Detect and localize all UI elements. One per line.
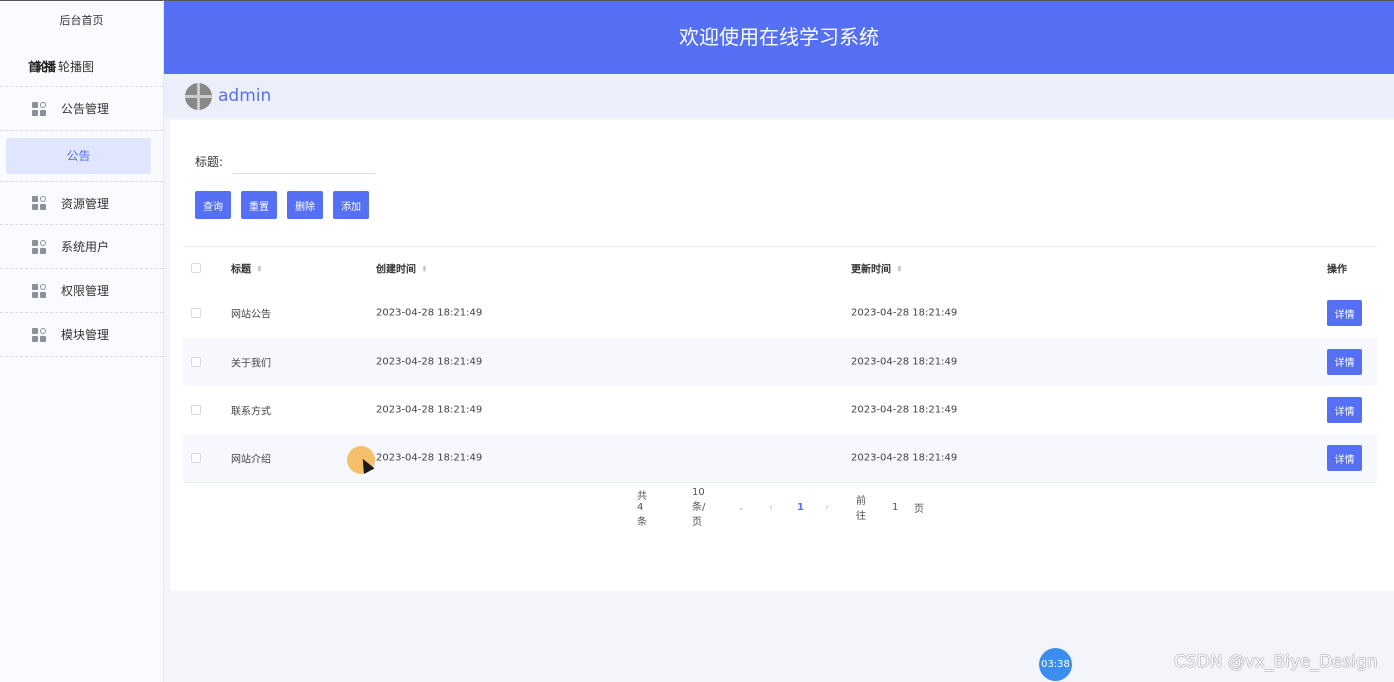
sidebar-item-permission-management[interactable]: 权限管理 <box>0 269 163 313</box>
reset-button[interactable]: 重置 <box>241 191 277 219</box>
row-title: 联系方式 <box>231 406 271 418</box>
row-action: 详情 <box>1327 445 1362 472</box>
page-title: 欢迎使用在线学习系统 <box>679 25 879 49</box>
title-search-input[interactable] <box>233 148 376 174</box>
row-created: 2023-04-28 18:21:49 <box>376 452 483 464</box>
detail-button[interactable]: 详情 <box>1327 397 1362 424</box>
goto-label: 前往 <box>856 496 866 522</box>
sidebar-item-notice-management[interactable]: 公告管理 <box>0 87 163 131</box>
grid-icon <box>32 239 46 254</box>
column-header-updated[interactable]: 更新时间 ⬍ <box>851 261 903 276</box>
row-action: 详情 <box>1327 300 1362 327</box>
sidebar-item-label: 模块管理 <box>61 328 110 342</box>
detail-button[interactable]: 详情 <box>1327 348 1362 375</box>
sidebar-item-carousel-label: 轮播图 <box>58 60 95 74</box>
row-created: 2023-04-28 18:21:49 <box>376 356 483 368</box>
goto-unit-label: 页 <box>914 503 924 515</box>
table-row: 网站公告 2023-04-28 18:21:49 2023-04-28 18:2… <box>183 289 1377 338</box>
select-all-checkbox[interactable] <box>191 263 201 273</box>
row-title: 网站公告 <box>231 309 271 321</box>
row-checkbox[interactable] <box>191 356 201 367</box>
prev-page-icon[interactable]: ‹ <box>769 502 773 513</box>
column-header-title[interactable]: 标题 ⬍ <box>231 261 263 276</box>
query-button[interactable]: 查询 <box>195 191 231 219</box>
page-size-select[interactable]: 10条/页 <box>692 487 705 528</box>
table-row: 关于我们 2023-04-28 18:21:49 2023-04-28 18:2… <box>183 337 1377 386</box>
detail-button[interactable]: 详情 <box>1327 445 1362 472</box>
sidebar-item-resource-management[interactable]: 资源管理 <box>0 181 163 225</box>
sidebar-item-label: 系统用户 <box>61 240 110 254</box>
sidebar-item-system-users[interactable]: 系统用户 <box>0 225 163 269</box>
row-created: 2023-04-28 18:21:49 <box>376 307 483 319</box>
search-label: 标题: <box>195 154 224 169</box>
sort-icon[interactable]: ⬍ <box>896 265 903 274</box>
row-action: 详情 <box>1327 348 1362 375</box>
sidebar-item-module-management[interactable]: 模块管理 <box>0 313 163 357</box>
column-header-action: 操作 <box>1327 264 1347 276</box>
row-updated: 2023-04-28 18:21:49 <box>851 404 958 416</box>
goto-page-input[interactable]: 1 <box>892 502 898 513</box>
row-checkbox[interactable] <box>191 453 201 464</box>
sidebar: 后台首页 首轮播 轮播图 公告管理 公告 资源管理 系统用户 权限管理 模块管理 <box>0 0 164 682</box>
sidebar-item-carousel-overlap-label: 首轮播 <box>28 60 56 74</box>
username[interactable]: admin <box>218 86 271 106</box>
grid-icon <box>32 327 46 342</box>
avatar[interactable] <box>185 82 212 110</box>
detail-button[interactable]: 详情 <box>1327 300 1362 327</box>
row-updated: 2023-04-28 18:21:49 <box>851 356 958 368</box>
grid-icon <box>32 101 46 116</box>
row-checkbox[interactable] <box>191 308 201 319</box>
sidebar-item-home[interactable]: 后台首页 <box>0 1 163 41</box>
watermark: CSDN @vx_Biye_Design <box>1174 652 1378 672</box>
sort-icon[interactable]: ⬍ <box>256 265 263 274</box>
row-updated: 2023-04-28 18:21:49 <box>851 452 958 464</box>
sidebar-item-label: 公告管理 <box>61 102 110 116</box>
grid-icon <box>32 196 46 210</box>
next-page-icon[interactable]: › <box>825 502 829 513</box>
row-created: 2023-04-28 18:21:49 <box>376 404 483 416</box>
sidebar-item-label: 权限管理 <box>61 284 110 298</box>
row-updated: 2023-04-28 18:21:49 <box>851 307 958 319</box>
row-title: 关于我们 <box>231 358 271 370</box>
recording-timer: 03:38 <box>1039 648 1072 681</box>
sidebar-item-carousel[interactable]: 首轮播 轮播图 <box>0 41 163 87</box>
sort-icon[interactable]: ⬍ <box>421 265 428 274</box>
add-button[interactable]: 添加 <box>333 191 369 219</box>
user-bar: admin <box>164 74 1394 118</box>
column-header-created[interactable]: 创建时间 ⬍ <box>376 261 428 276</box>
search-form: 标题: <box>195 148 376 174</box>
pagination-total: 共 4 条 <box>637 490 647 528</box>
table-row: 联系方式 2023-04-28 18:21:49 2023-04-28 18:2… <box>183 386 1377 435</box>
current-page-number[interactable]: 1 <box>797 502 804 513</box>
row-checkbox[interactable] <box>191 405 201 416</box>
chevron-down-icon[interactable]: ⌄ <box>737 502 745 513</box>
row-action: 详情 <box>1327 397 1362 424</box>
grid-icon <box>32 283 46 298</box>
header-bar: 欢迎使用在线学习系统 <box>164 0 1394 74</box>
delete-button[interactable]: 删除 <box>287 191 323 219</box>
sidebar-subitem-notice[interactable]: 公告 <box>6 138 151 174</box>
toolbar: 查询 重置 删除 添加 <box>195 191 379 219</box>
sidebar-item-label: 资源管理 <box>61 196 110 211</box>
table-header: 标题 ⬍ 创建时间 ⬍ 更新时间 ⬍ 操作 <box>183 247 1377 289</box>
row-title: 网站介绍 <box>231 454 271 466</box>
